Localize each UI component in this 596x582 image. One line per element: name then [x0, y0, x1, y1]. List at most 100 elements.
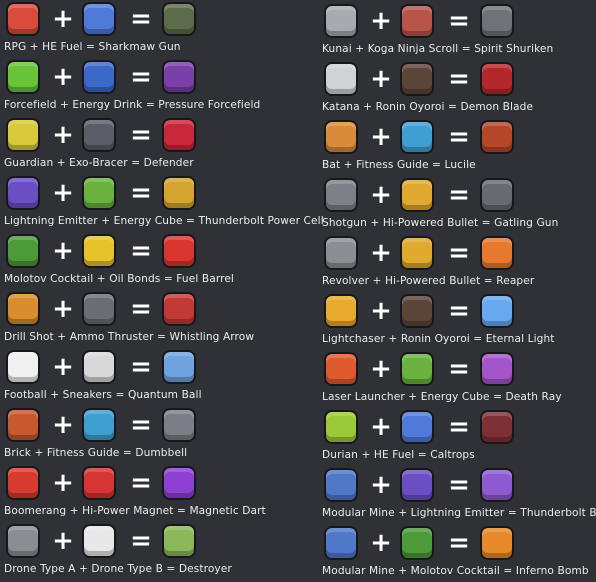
kunai-icon — [324, 4, 358, 38]
plus-icon: + — [52, 4, 74, 34]
plus-icon: + — [370, 238, 392, 268]
plus-icon: + — [52, 526, 74, 556]
eternal-light-icon — [480, 294, 514, 328]
equals-icon: = — [448, 122, 470, 152]
fuel-barrel-icon — [162, 234, 196, 268]
recipe-label: Shotgun + Hi-Powered Bullet = Gatling Gu… — [322, 217, 559, 229]
plus-icon: + — [52, 62, 74, 92]
caltrops-icon — [480, 410, 514, 444]
fitness-guide-icon — [400, 120, 434, 154]
durian-icon — [324, 410, 358, 444]
hi-powered-bullet-icon — [400, 236, 434, 270]
equals-icon: = — [448, 180, 470, 210]
plus-icon: + — [52, 352, 74, 382]
equals-icon: = — [130, 62, 152, 92]
recipe-label: Drill Shot + Ammo Thruster = Whistling A… — [4, 331, 255, 343]
equals-icon: = — [448, 238, 470, 268]
molotov-cocktail-icon — [400, 526, 434, 560]
equals-icon: = — [130, 468, 152, 498]
pressure-forcefield-icon — [162, 60, 196, 94]
recipe-label: Modular Mine + Molotov Cocktail = Infern… — [322, 565, 589, 577]
dumbbell-icon — [162, 408, 196, 442]
plus-icon: + — [52, 468, 74, 498]
equals-icon: = — [448, 296, 470, 326]
quantum-ball-icon — [162, 350, 196, 384]
defender-icon — [162, 118, 196, 152]
recipe-label: Kunai + Koga Ninja Scroll = Spirit Shuri… — [322, 43, 554, 55]
recipe-label: Molotov Cocktail + Oil Bonds = Fuel Barr… — [4, 273, 234, 285]
recipe-label: Lightning Emitter + Energy Cube = Thunde… — [4, 215, 324, 227]
modular-mine-icon — [324, 468, 358, 502]
boomerang-icon — [6, 466, 40, 500]
shotgun-icon — [324, 178, 358, 212]
sneakers-icon — [82, 350, 116, 384]
recipe-label: Katana + Ronin Oyoroi = Demon Blade — [322, 101, 534, 113]
plus-icon: + — [370, 180, 392, 210]
equals-icon: = — [448, 470, 470, 500]
he-fuel-icon — [400, 410, 434, 444]
equals-icon: = — [130, 352, 152, 382]
gatling-gun-icon — [480, 178, 514, 212]
recipe-label: Revolver + Hi-Powered Bullet = Reaper — [322, 275, 535, 287]
thunderbolt-power-cell-icon — [162, 176, 196, 210]
reaper-icon — [480, 236, 514, 270]
equals-icon: = — [448, 528, 470, 558]
recipe-label: Bat + Fitness Guide = Lucile — [322, 159, 476, 171]
equals-icon: = — [130, 120, 152, 150]
ronin-oyoroi-icon — [400, 62, 434, 96]
revolver-icon — [324, 236, 358, 270]
molotov-cocktail-icon — [6, 234, 40, 268]
hi-powered-bullet-icon — [400, 178, 434, 212]
plus-icon: + — [52, 178, 74, 208]
equals-icon: = — [130, 236, 152, 266]
plus-icon: + — [370, 412, 392, 442]
equals-icon: = — [448, 6, 470, 36]
fitness-guide-icon — [82, 408, 116, 442]
football-icon — [6, 350, 40, 384]
ronin-oyoroi-icon — [400, 294, 434, 328]
equals-icon: = — [130, 4, 152, 34]
plus-icon: + — [370, 470, 392, 500]
plus-icon: + — [370, 122, 392, 152]
inferno-bomb-icon — [480, 526, 514, 560]
rpg-icon — [6, 2, 40, 36]
lightchaser-icon — [324, 294, 358, 328]
recipe-label: Lightchaser + Ronin Oyoroi = Eternal Lig… — [322, 333, 555, 345]
plus-icon: + — [52, 236, 74, 266]
plus-icon: + — [52, 294, 74, 324]
drone-type-b-icon — [82, 524, 116, 558]
recipe-label: Modular Mine + Lightning Emitter = Thund… — [322, 507, 596, 519]
he-fuel-icon — [82, 2, 116, 36]
hi-power-magnet-icon — [82, 466, 116, 500]
recipe-label: RPG + HE Fuel = Sharkmaw Gun — [4, 41, 181, 53]
plus-icon: + — [370, 64, 392, 94]
plus-icon: + — [52, 120, 74, 150]
recipe-label: Drone Type A + Drone Type B = Destroyer — [4, 563, 232, 575]
destroyer-icon — [162, 524, 196, 558]
plus-icon: + — [370, 354, 392, 384]
recipe-label: Durian + HE Fuel = Caltrops — [322, 449, 475, 461]
laser-launcher-icon — [324, 352, 358, 386]
forcefield-icon — [6, 60, 40, 94]
plus-icon: + — [52, 410, 74, 440]
equals-icon: = — [448, 354, 470, 384]
drone-type-a-icon — [6, 524, 40, 558]
katana-icon — [324, 62, 358, 96]
lightning-emitter-icon — [400, 468, 434, 502]
equals-icon: = — [130, 410, 152, 440]
exo-bracer-icon — [82, 118, 116, 152]
drill-shot-icon — [6, 292, 40, 326]
plus-icon: + — [370, 296, 392, 326]
sharkmaw-gun-icon — [162, 2, 196, 36]
recipe-label: Football + Sneakers = Quantum Ball — [4, 389, 202, 401]
death-ray-icon — [480, 352, 514, 386]
modular-mine-icon — [324, 526, 358, 560]
recipe-label: Boomerang + Hi-Power Magnet = Magnetic D… — [4, 505, 266, 517]
equals-icon: = — [130, 526, 152, 556]
lightning-emitter-icon — [6, 176, 40, 210]
energy-drink-icon — [82, 60, 116, 94]
lucile-icon — [480, 120, 514, 154]
plus-icon: + — [370, 528, 392, 558]
demon-blade-icon — [480, 62, 514, 96]
oil-bonds-icon — [82, 234, 116, 268]
